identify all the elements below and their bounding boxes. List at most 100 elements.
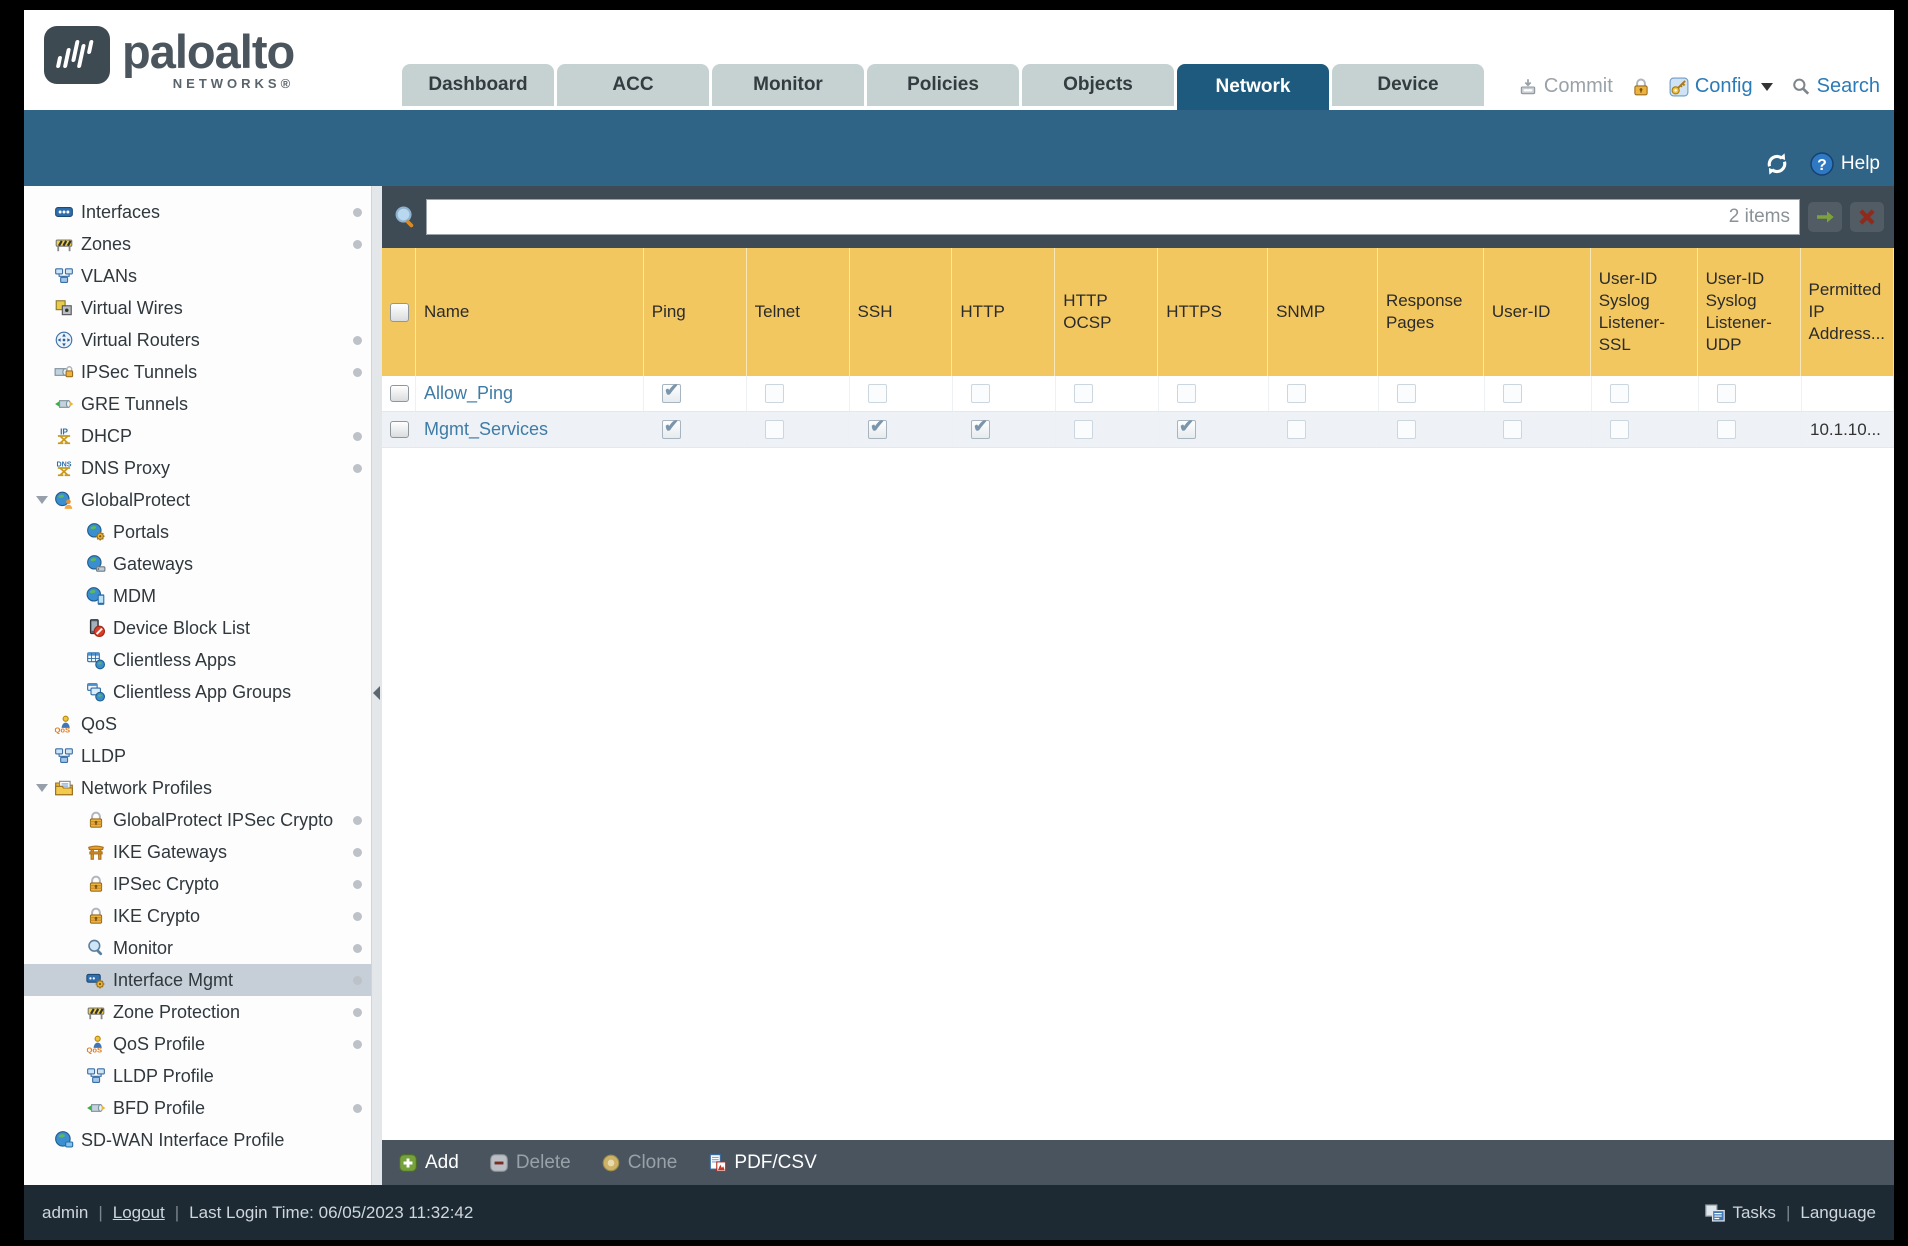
sidebar-item-ipsec-tunnels[interactable]: IPSec Tunnels [24, 356, 371, 388]
sidebar-item-virtual-routers[interactable]: Virtual Routers [24, 324, 371, 356]
sidebar-item-ike-crypto[interactable]: IKE Crypto [24, 900, 371, 932]
tab-dashboard[interactable]: Dashboard [402, 64, 554, 106]
sidebar-item-dns-proxy[interactable]: DNS DNS Proxy [24, 452, 371, 484]
column-header-snmp[interactable]: SNMP [1268, 248, 1378, 376]
column-header-user-id-syslog-listener-ssl[interactable]: User-ID Syslog Listener-SSL [1591, 248, 1698, 376]
portals-icon [87, 523, 105, 541]
sidebar-item-mdm[interactable]: MDM [24, 580, 371, 612]
sidebar-item-ipsec-crypto[interactable]: IPSec Crypto [24, 868, 371, 900]
global-search-button[interactable]: Search [1791, 75, 1880, 98]
sidebar-item-bfd-profile[interactable]: BFD Profile [24, 1092, 371, 1124]
status-dot [353, 1103, 362, 1113]
service-cell-telnet [747, 376, 850, 411]
column-header-permitted-ip-address[interactable]: Permitted IP Address... [1801, 248, 1894, 376]
column-header-http-ocsp[interactable]: HTTP OCSP [1055, 248, 1159, 376]
apply-filter-button[interactable] [1808, 202, 1842, 232]
permitted-ip-cell: 10.1.10... [1802, 412, 1894, 447]
status-dot [353, 367, 362, 377]
column-header-response-pages[interactable]: Response Pages [1378, 248, 1484, 376]
sidebar-item-globalprotect[interactable]: GlobalProtect [24, 484, 371, 516]
permitted-ip-cell [1802, 376, 1894, 411]
service-cell-snmp [1269, 376, 1379, 411]
sidebar-item-virtual-wires[interactable]: Virtual Wires [24, 292, 371, 324]
column-header-name[interactable]: Name [416, 248, 644, 376]
toolbar-button-label: PDF/CSV [734, 1151, 817, 1173]
tab-network[interactable]: Network [1177, 64, 1329, 110]
column-header-user-id-syslog-listener-udp[interactable]: User-ID Syslog Listener-UDP [1698, 248, 1801, 376]
sidebar-item-label: Zone Protection [113, 1001, 241, 1022]
commit-button[interactable]: Commit [1518, 75, 1613, 98]
qos-icon: QoS [55, 715, 70, 734]
config-label: Config [1694, 75, 1753, 97]
column-header-telnet[interactable]: Telnet [747, 248, 850, 376]
main-tabs: Dashboard ACC Monitor Policies Objects Networ… [402, 64, 1484, 110]
expand-triangle-icon[interactable] [36, 496, 54, 504]
help-button[interactable]: ? Help [1809, 151, 1880, 177]
tab-policies[interactable]: Policies [867, 64, 1019, 106]
service-checkbox-unchecked [1610, 420, 1629, 439]
service-checkbox-unchecked [765, 420, 784, 439]
sidebar-item-vlans[interactable]: VLANs [24, 260, 371, 292]
sidebar-item-gateways[interactable]: Gateways [24, 548, 371, 580]
tab-acc[interactable]: ACC [557, 64, 709, 106]
sidebar-item-network-profiles[interactable]: Network Profiles [24, 772, 371, 804]
sidebar-item-monitor[interactable]: Monitor [24, 932, 371, 964]
lock-button[interactable] [1631, 77, 1651, 97]
sidebar-item-sd-wan-interface-profile[interactable]: SD-WAN Interface Profile [24, 1124, 371, 1156]
svg-text:QoS: QoS [87, 1046, 103, 1054]
service-cell-ping [644, 412, 747, 447]
sidebar-item-lldp-profile[interactable]: LLDP Profile [24, 1060, 371, 1092]
language-label: Language [1800, 1202, 1876, 1222]
sidebar-item-label: MDM [113, 585, 156, 606]
tasks-button[interactable]: Tasks [1704, 1202, 1776, 1224]
tab-device[interactable]: Device [1332, 64, 1484, 106]
row-select-checkbox[interactable] [390, 385, 409, 402]
pdf-csv-icon [710, 1153, 727, 1172]
sidebar-item-qos-profile[interactable]: QoS QoS Profile [24, 1028, 371, 1060]
add-button[interactable]: Add [398, 1152, 459, 1174]
row-select-checkbox[interactable] [390, 421, 409, 438]
select-all-checkbox[interactable] [390, 302, 409, 322]
add-icon [399, 1153, 417, 1172]
language-button[interactable]: Language [1800, 1203, 1876, 1223]
separator: | [1785, 1202, 1791, 1222]
tab-monitor[interactable]: Monitor [712, 64, 864, 106]
service-checkbox-unchecked [1397, 384, 1416, 403]
column-header-ping[interactable]: Ping [644, 248, 747, 376]
sidebar-item-qos[interactable]: QoS QoS [24, 708, 371, 740]
pdf-csv-button[interactable]: PDF/CSV [707, 1151, 817, 1174]
column-header-user-id[interactable]: User-ID [1484, 248, 1591, 376]
clear-filter-button[interactable] [1850, 202, 1884, 232]
sidebar-item-clientless-app-groups[interactable]: Clientless App Groups [24, 676, 371, 708]
sidebar-item-interface-mgmt[interactable]: Interface Mgmt [24, 964, 371, 996]
filter-search-icon [395, 206, 414, 228]
lldp-profile-icon [87, 1068, 105, 1083]
sidebar-item-zones[interactable]: Zones [24, 228, 371, 260]
sidebar-item-ike-gateways[interactable]: IKE Gateways [24, 836, 371, 868]
profile-name-link[interactable]: Allow_Ping [424, 383, 513, 404]
sidebar-item-device-block-list[interactable]: Device Block List [24, 612, 371, 644]
sidebar-item-interfaces[interactable]: Interfaces [24, 196, 371, 228]
column-header-ssh[interactable]: SSH [850, 248, 953, 376]
config-menu-button[interactable]: Config [1669, 75, 1773, 98]
sidebar-item-globalprotect-ipsec-crypto[interactable]: GlobalProtect IPSec Crypto [24, 804, 371, 836]
tab-objects[interactable]: Objects [1022, 64, 1174, 106]
sidebar-item-label: Virtual Routers [81, 329, 200, 350]
collapse-sidebar-handle[interactable] [373, 685, 380, 700]
sidebar-item-dhcp[interactable]: IP DHCP [24, 420, 371, 452]
sidebar-item-clientless-apps[interactable]: Clientless Apps [24, 644, 371, 676]
sidebar-item-lldp[interactable]: LLDP [24, 740, 371, 772]
sidebar-item-zone-protection[interactable]: Zone Protection [24, 996, 371, 1028]
sidebar-item-gre-tunnels[interactable]: GRE Tunnels [24, 388, 371, 420]
logout-link[interactable]: Logout [113, 1203, 165, 1223]
profile-name-link[interactable]: Mgmt_Services [424, 419, 548, 440]
column-header-http[interactable]: HTTP [952, 248, 1056, 376]
filter-input[interactable] [426, 199, 1800, 235]
column-header-https[interactable]: HTTPS [1158, 248, 1269, 376]
refresh-icon[interactable] [1763, 150, 1791, 178]
status-dot [353, 879, 362, 889]
sub-header-band: ? Help [24, 110, 1894, 186]
sidebar-item-portals[interactable]: Portals [24, 516, 371, 548]
expand-triangle-icon[interactable] [36, 784, 54, 792]
virtual-routers-icon [55, 331, 73, 349]
